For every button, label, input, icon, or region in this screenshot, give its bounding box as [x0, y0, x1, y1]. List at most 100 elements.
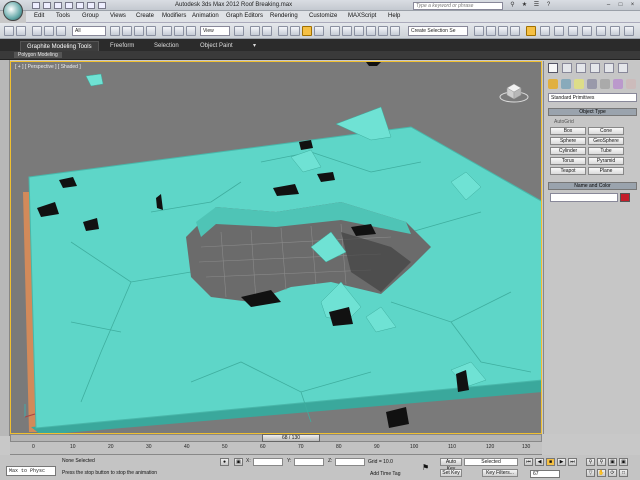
pan-view-icon[interactable]: ✋	[597, 469, 606, 477]
material-editor-icon[interactable]	[486, 26, 496, 36]
link-icon[interactable]	[32, 26, 42, 36]
menu-help[interactable]: Help	[388, 13, 400, 19]
effects-icon[interactable]	[582, 26, 592, 36]
tab-freeform[interactable]: Freeform	[104, 41, 140, 51]
auto-key-button[interactable]: Auto Key	[440, 458, 462, 472]
undo-icon[interactable]	[65, 2, 73, 9]
graphite-toggle-icon[interactable]	[378, 26, 388, 36]
object-name-input[interactable]	[550, 193, 618, 202]
tab-selection[interactable]: Selection	[148, 41, 185, 51]
maxscript-listener-input[interactable]: Max to Physc	[6, 466, 56, 476]
communication-icon[interactable]: ☰	[532, 1, 541, 9]
hold-icon[interactable]	[87, 2, 95, 9]
create-tab-icon[interactable]	[548, 63, 558, 73]
viewport-label[interactable]: [ + ] [ Perspective ] [ Shaded ]	[15, 64, 81, 70]
add-time-tag[interactable]: Add Time Tag	[370, 471, 400, 477]
box-button[interactable]: Box	[550, 127, 586, 135]
zoom-extents-all-icon[interactable]: ▣	[619, 458, 628, 466]
autogrid-checkbox[interactable]: AutoGrid	[554, 119, 574, 125]
subscription-icon[interactable]: ★	[520, 1, 529, 9]
minimize-icon[interactable]: –	[604, 1, 613, 9]
snaps-toggle-icon[interactable]	[278, 26, 288, 36]
stop-animation-icon[interactable]: ■	[546, 458, 555, 466]
select-manipulate-icon[interactable]	[250, 26, 260, 36]
render-production-icon[interactable]	[526, 26, 536, 36]
torus-button[interactable]: Torus	[550, 157, 586, 165]
field-of-view-icon[interactable]: ▽	[586, 469, 595, 477]
redo-icon[interactable]	[76, 2, 84, 9]
menu-views[interactable]: Views	[110, 13, 126, 19]
menu-animation[interactable]: Animation	[192, 13, 219, 19]
schematic-view-icon[interactable]	[474, 26, 484, 36]
ribbon-options-icon[interactable]: ▾	[250, 41, 259, 51]
activeshade-icon[interactable]	[554, 26, 564, 36]
hierarchy-tab-icon[interactable]	[576, 63, 586, 73]
zoom-all-icon[interactable]: ⚲	[597, 458, 606, 466]
rotate-icon[interactable]	[174, 26, 184, 36]
edit-named-selection-icon[interactable]	[330, 26, 340, 36]
reference-coordinate-dropdown[interactable]: View	[200, 26, 230, 36]
track-bar[interactable]: 0 10 20 30 40 50 60 70 80 90 100 110 120…	[10, 442, 542, 455]
lock-selection-icon[interactable]: ●	[220, 458, 229, 466]
primitive-category-dropdown[interactable]: Standard Primitives	[548, 93, 637, 102]
previous-frame-icon[interactable]: ◀	[535, 458, 544, 466]
zoom-icon[interactable]: ⚲	[586, 458, 595, 466]
tab-graphite-modeling-tools[interactable]: Graphite Modeling Tools	[20, 41, 99, 51]
time-slider-thumb[interactable]: 68 / 130	[262, 434, 320, 442]
key-mode-dropdown[interactable]: Selected	[464, 458, 518, 466]
bind-space-warp-icon[interactable]	[56, 26, 66, 36]
key-filters-button[interactable]: Key Filters...	[482, 469, 518, 477]
select-object-icon[interactable]	[110, 26, 120, 36]
angle-snap-icon[interactable]	[290, 26, 300, 36]
maximize-icon[interactable]: □	[616, 1, 625, 9]
quick-render-icon[interactable]	[624, 26, 634, 36]
shapes-icon[interactable]	[561, 79, 571, 89]
rectangular-selection-icon[interactable]	[134, 26, 144, 36]
coord-z-field[interactable]	[335, 458, 365, 466]
maximize-viewport-icon[interactable]: □	[619, 469, 628, 477]
open-file-icon[interactable]	[43, 2, 51, 9]
cameras-icon[interactable]	[587, 79, 597, 89]
geosphere-button[interactable]: GeoSphere	[588, 137, 624, 145]
coord-x-field[interactable]	[253, 458, 283, 466]
menu-maxscript[interactable]: MAXScript	[348, 13, 376, 19]
helpers-icon[interactable]	[600, 79, 610, 89]
layer-manager-icon[interactable]	[366, 26, 376, 36]
motion-tab-icon[interactable]	[590, 63, 600, 73]
sphere-button[interactable]: Sphere	[550, 137, 586, 145]
menu-modifiers[interactable]: Modifiers	[162, 13, 186, 19]
teapot-button[interactable]: Teapot	[550, 167, 586, 175]
set-key-button[interactable]: Set Key	[440, 469, 462, 477]
close-icon[interactable]: ×	[628, 1, 637, 9]
render-iterative-icon[interactable]	[540, 26, 550, 36]
menu-tools[interactable]: Tools	[56, 13, 70, 19]
app-logo-icon[interactable]	[3, 1, 23, 21]
window-crossing-icon[interactable]	[146, 26, 156, 36]
object-type-rollout[interactable]: Object Type	[548, 108, 637, 116]
plane-button[interactable]: Plane	[588, 167, 624, 175]
space-warps-icon[interactable]	[613, 79, 623, 89]
new-file-icon[interactable]	[32, 2, 40, 9]
curve-editor-icon[interactable]	[390, 26, 400, 36]
tube-button[interactable]: Tube	[588, 147, 624, 155]
unlink-icon[interactable]	[44, 26, 54, 36]
go-to-end-icon[interactable]: ⏭	[568, 458, 577, 466]
redo-toolbar-icon[interactable]	[16, 26, 26, 36]
teapot-render-icon[interactable]	[610, 26, 620, 36]
menu-customize[interactable]: Customize	[309, 13, 337, 19]
coord-y-field[interactable]	[294, 458, 324, 466]
named-selection-dropdown[interactable]: Create Selection Se	[408, 26, 468, 36]
cone-button[interactable]: Cone	[588, 127, 624, 135]
spinner-snap-icon[interactable]	[314, 26, 324, 36]
cylinder-button[interactable]: Cylinder	[550, 147, 586, 155]
keyboard-shortcut-override-icon[interactable]	[262, 26, 272, 36]
modify-tab-icon[interactable]	[562, 63, 572, 73]
name-and-color-rollout[interactable]: Name and Color	[548, 182, 637, 190]
selection-filter-dropdown[interactable]: All	[72, 26, 106, 36]
help-icon[interactable]: ?	[544, 1, 553, 9]
display-tab-icon[interactable]	[604, 63, 614, 73]
pivot-center-icon[interactable]	[234, 26, 244, 36]
perspective-viewport[interactable]: [ + ] [ Perspective ] [ Shaded ]	[10, 61, 542, 434]
viewcube-icon[interactable]	[499, 80, 529, 104]
move-icon[interactable]	[162, 26, 172, 36]
